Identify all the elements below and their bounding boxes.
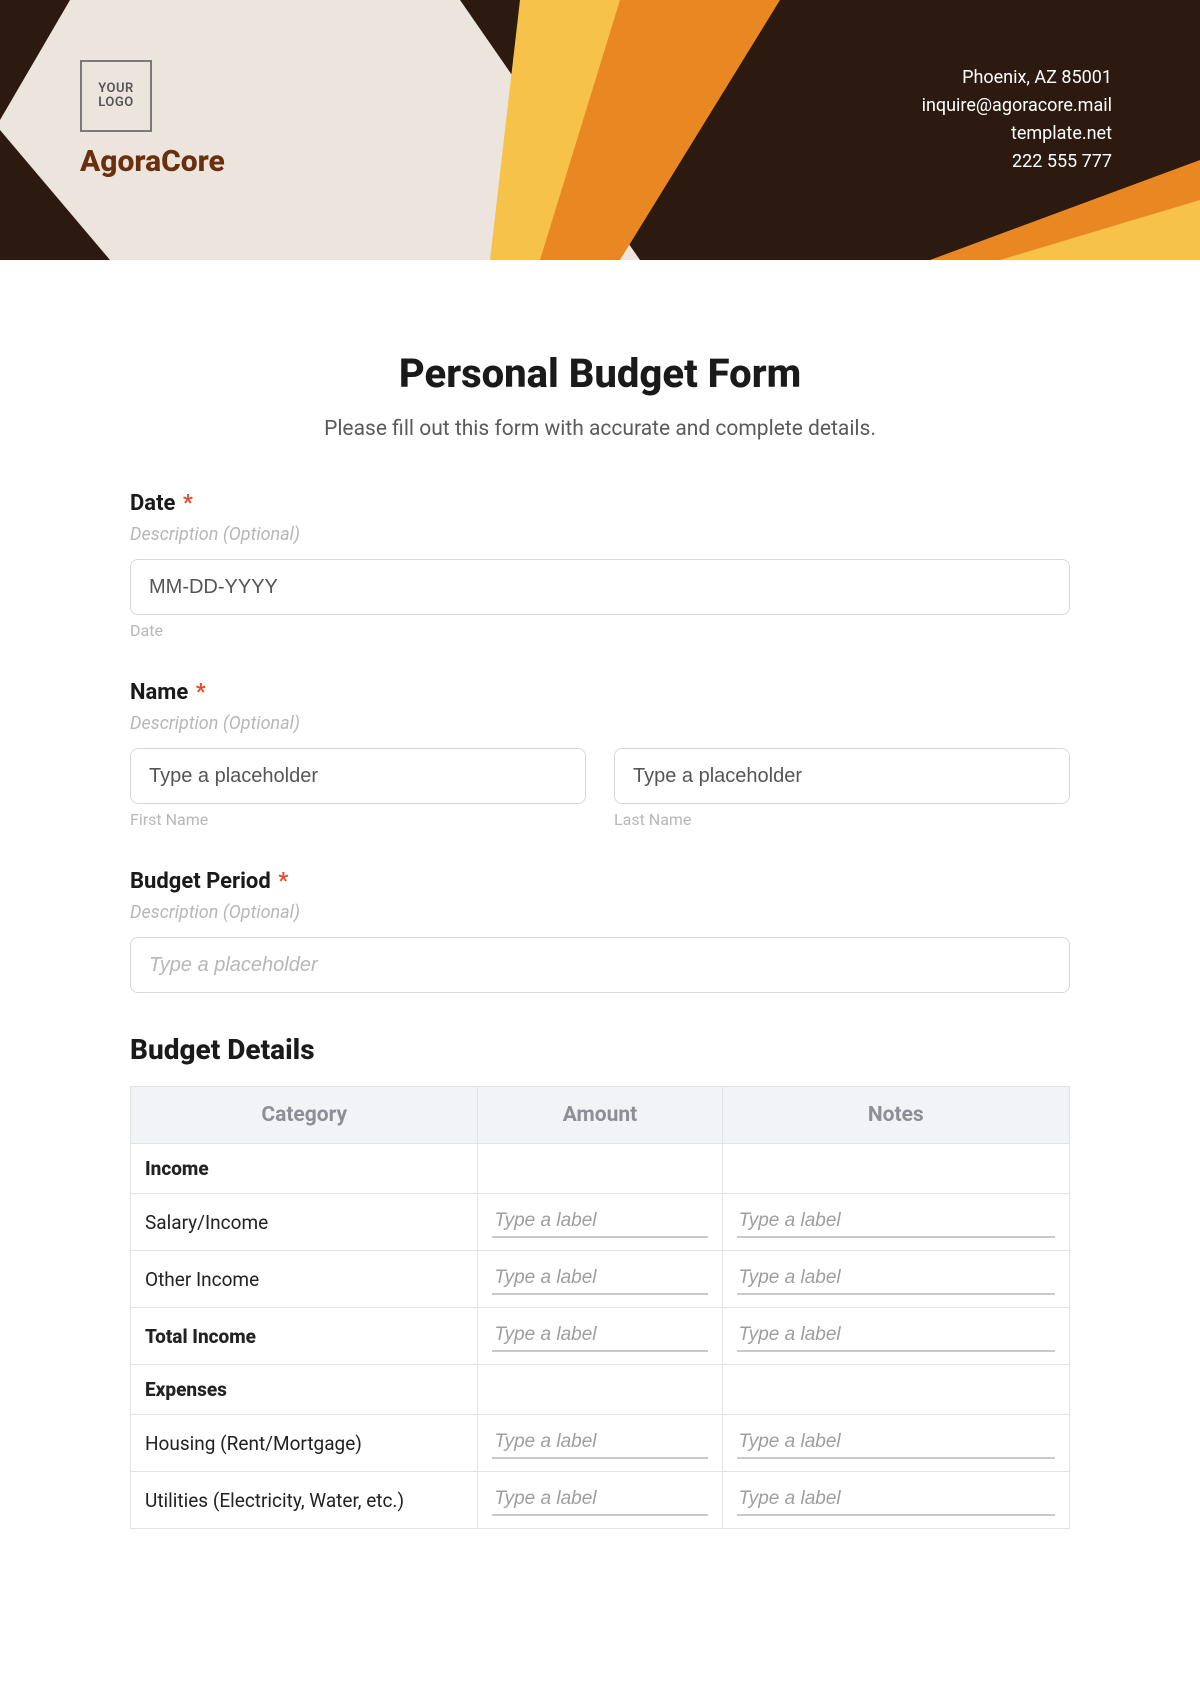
contact-phone: 222 555 777 (922, 148, 1112, 176)
header-banner: YOUR LOGO AgoraCore Phoenix, AZ 85001 in… (0, 0, 1200, 260)
notes-cell (722, 1415, 1069, 1472)
budget-period-input[interactable] (130, 937, 1070, 993)
notes-input[interactable] (737, 1263, 1055, 1295)
period-description[interactable]: Description (Optional) (130, 902, 1070, 923)
contact-block: Phoenix, AZ 85001 inquire@agoracore.mail… (922, 64, 1112, 176)
field-budget-period: Budget Period * Description (Optional) (130, 869, 1070, 993)
table-row: Housing (Rent/Mortgage) (131, 1415, 1070, 1472)
period-label-text: Budget Period (130, 869, 271, 894)
col-amount: Amount (478, 1087, 722, 1144)
contact-email: inquire@agoracore.mail (922, 92, 1112, 120)
table-row: Other Income (131, 1251, 1070, 1308)
notes-cell (722, 1194, 1069, 1251)
required-marker: * (183, 491, 193, 516)
form-title: Personal Budget Form (130, 350, 1070, 397)
date-label: Date * (130, 491, 1070, 516)
table-row: Income (131, 1144, 1070, 1194)
amount-input[interactable] (492, 1320, 707, 1352)
amount-input[interactable] (492, 1206, 707, 1238)
col-category: Category (131, 1087, 478, 1144)
category-cell: Total Income (131, 1308, 478, 1365)
contact-website: template.net (922, 120, 1112, 148)
amount-cell (478, 1365, 722, 1415)
period-label: Budget Period * (130, 869, 1070, 894)
budget-table: Category Amount Notes IncomeSalary/Incom… (130, 1086, 1070, 1529)
brand-name: AgoraCore (80, 144, 225, 179)
notes-input[interactable] (737, 1484, 1055, 1516)
required-marker: * (278, 869, 288, 894)
col-notes: Notes (722, 1087, 1069, 1144)
notes-cell (722, 1365, 1069, 1415)
table-row: Total Income (131, 1308, 1070, 1365)
category-cell: Salary/Income (131, 1194, 478, 1251)
last-name-input[interactable] (614, 748, 1070, 804)
notes-input[interactable] (737, 1427, 1055, 1459)
category-cell: Expenses (131, 1365, 478, 1415)
name-description[interactable]: Description (Optional) (130, 713, 1070, 734)
budget-details-heading: Budget Details (130, 1033, 1070, 1066)
last-name-sublabel: Last Name (614, 810, 1070, 829)
category-cell: Housing (Rent/Mortgage) (131, 1415, 478, 1472)
table-row: Expenses (131, 1365, 1070, 1415)
date-description[interactable]: Description (Optional) (130, 524, 1070, 545)
date-sublabel: Date (130, 621, 1070, 640)
field-name: Name * Description (Optional) First Name… (130, 680, 1070, 829)
amount-cell (478, 1194, 722, 1251)
table-header-row: Category Amount Notes (131, 1087, 1070, 1144)
amount-cell (478, 1415, 722, 1472)
amount-input[interactable] (492, 1427, 707, 1459)
date-label-text: Date (130, 491, 175, 516)
name-label-text: Name (130, 680, 188, 705)
amount-cell (478, 1472, 722, 1529)
form-page: Personal Budget Form Please fill out thi… (0, 260, 1200, 1529)
amount-cell (478, 1144, 722, 1194)
amount-cell (478, 1308, 722, 1365)
first-name-sublabel: First Name (130, 810, 586, 829)
date-input[interactable] (130, 559, 1070, 615)
amount-cell (478, 1251, 722, 1308)
table-row: Salary/Income (131, 1194, 1070, 1251)
first-name-input[interactable] (130, 748, 586, 804)
notes-cell (722, 1144, 1069, 1194)
category-cell: Income (131, 1144, 478, 1194)
amount-input[interactable] (492, 1484, 707, 1516)
form-subtitle: Please fill out this form with accurate … (130, 417, 1070, 441)
field-date: Date * Description (Optional) Date (130, 491, 1070, 640)
name-label: Name * (130, 680, 1070, 705)
notes-input[interactable] (737, 1320, 1055, 1352)
table-row: Utilities (Electricity, Water, etc.) (131, 1472, 1070, 1529)
contact-address: Phoenix, AZ 85001 (922, 64, 1112, 92)
notes-cell (722, 1308, 1069, 1365)
required-marker: * (196, 680, 206, 705)
logo-placeholder: YOUR LOGO (80, 60, 152, 132)
notes-cell (722, 1472, 1069, 1529)
category-cell: Utilities (Electricity, Water, etc.) (131, 1472, 478, 1529)
category-cell: Other Income (131, 1251, 478, 1308)
notes-cell (722, 1251, 1069, 1308)
amount-input[interactable] (492, 1263, 707, 1295)
logo-area: YOUR LOGO AgoraCore (80, 60, 225, 179)
notes-input[interactable] (737, 1206, 1055, 1238)
